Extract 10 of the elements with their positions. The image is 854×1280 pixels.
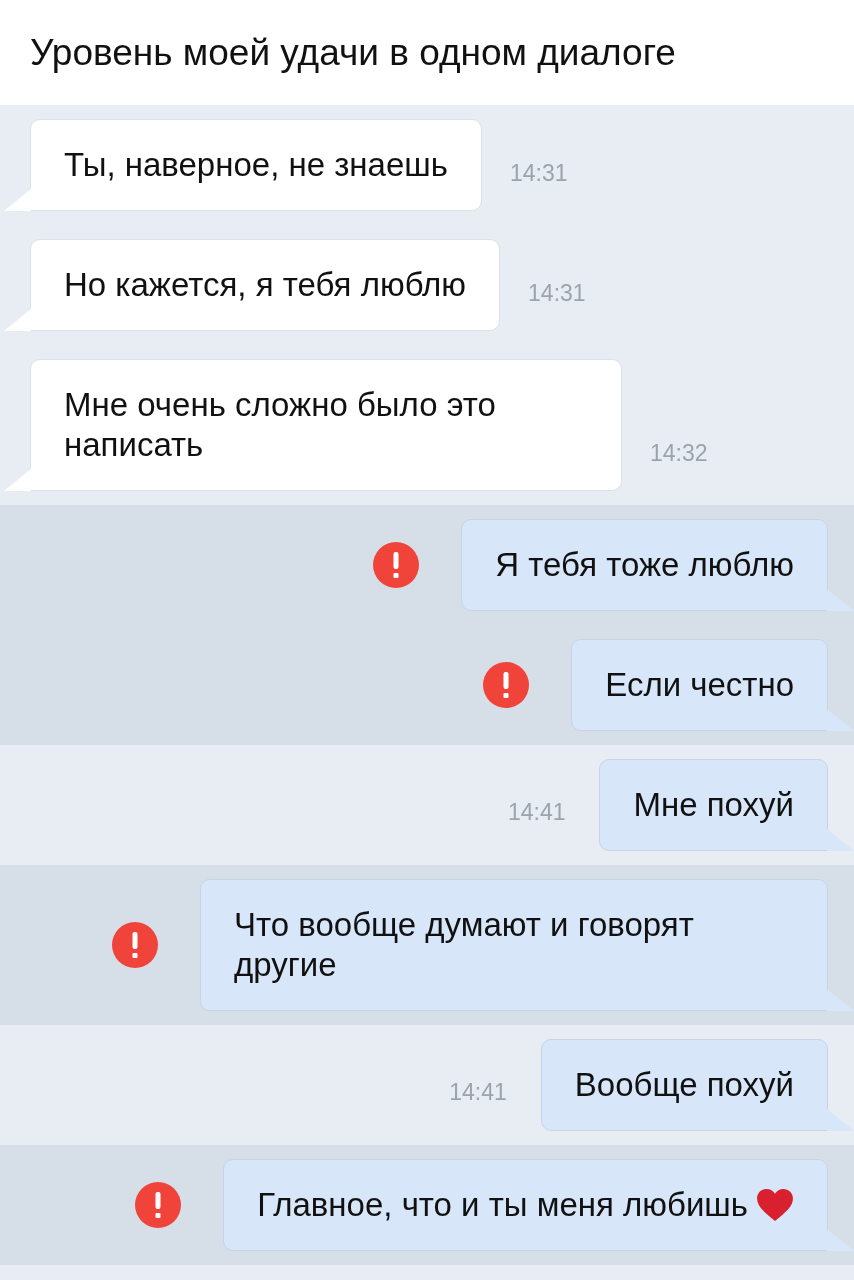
error-icon[interactable]: [135, 1182, 182, 1228]
message-time: 14:32: [650, 440, 708, 467]
message-time: 14:31: [509, 160, 568, 187]
error-icon[interactable]: [373, 542, 420, 588]
message-time: 14:41: [449, 1078, 507, 1106]
message-time: 14:31: [528, 280, 586, 307]
post-caption: Уровень моей удачи в одном диалоге: [0, 0, 854, 105]
message-time: 14:41: [507, 798, 566, 826]
error-icon[interactable]: [483, 662, 530, 708]
error-icon[interactable]: [112, 922, 158, 968]
